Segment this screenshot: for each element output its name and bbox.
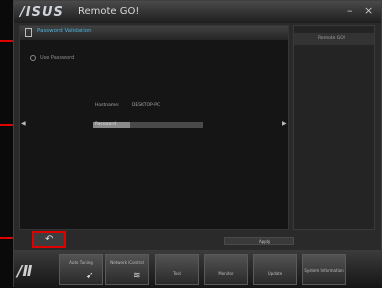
- taskbar-update-label: Update: [267, 271, 283, 276]
- close-button[interactable]: ×: [364, 4, 373, 17]
- taskbar-update[interactable]: Update: [253, 254, 297, 285]
- taskbar-system-information-label: System Information: [304, 268, 344, 273]
- remote-go-side-panel: Remote GO!: [293, 25, 375, 230]
- taskbar-auto-tuning[interactable]: Auto Tuning ➹: [59, 254, 103, 285]
- password-validation-panel: Password Validation Use Password Hostnam…: [19, 25, 289, 230]
- use-password-radio[interactable]: [30, 55, 36, 61]
- taskbar-monitor[interactable]: Monitor: [204, 254, 248, 285]
- back-button[interactable]: ↶: [32, 231, 66, 248]
- taskbar-monitor-label: Monitor: [218, 271, 234, 276]
- panel-title: Password Validation: [37, 28, 92, 34]
- password-label: Password: [95, 122, 117, 127]
- apply-button-label: Apply: [259, 239, 271, 244]
- app-title: Remote GO!: [78, 6, 140, 17]
- cursor-icon: ➹: [86, 271, 94, 281]
- asus-logo: /ISUS: [20, 5, 64, 20]
- taskbar-tool-label: Tool: [173, 271, 181, 276]
- taskbar-network-icontrol-label: Network iControl: [110, 260, 144, 265]
- use-password-label: Use Password: [40, 55, 75, 61]
- password-field[interactable]: Password: [93, 122, 203, 128]
- taskbar-system-information[interactable]: System Information: [302, 254, 346, 285]
- ai-suite-logo: /Ⅱ: [17, 262, 33, 280]
- taskbar-network-icontrol[interactable]: Network iControl ≋: [105, 254, 149, 285]
- wifi-icon: ≋: [133, 271, 141, 281]
- side-panel-title: Remote GO!: [318, 36, 346, 41]
- title-bar: /ISUS Remote GO! – ×: [14, 1, 381, 23]
- document-icon: [25, 28, 32, 37]
- minimize-button[interactable]: –: [347, 4, 353, 17]
- remote-go-window: /ISUS Remote GO! – × Password Validation…: [13, 0, 382, 288]
- taskbar: /Ⅱ Auto Tuning ➹ Network iControl ≋ Tool…: [14, 250, 382, 288]
- hostname-value: DESKTOP-PC: [132, 103, 161, 108]
- taskbar-auto-tuning-label: Auto Tuning: [69, 260, 93, 265]
- scroll-left-arrow-icon[interactable]: ◀: [21, 120, 26, 127]
- back-arrow-icon: ↶: [45, 234, 54, 245]
- panel-header: Password Validation: [20, 26, 288, 40]
- scroll-right-arrow-icon[interactable]: ▶: [282, 120, 287, 127]
- taskbar-tool[interactable]: Tool: [155, 254, 199, 285]
- hostname-label: Hostname:: [95, 103, 120, 108]
